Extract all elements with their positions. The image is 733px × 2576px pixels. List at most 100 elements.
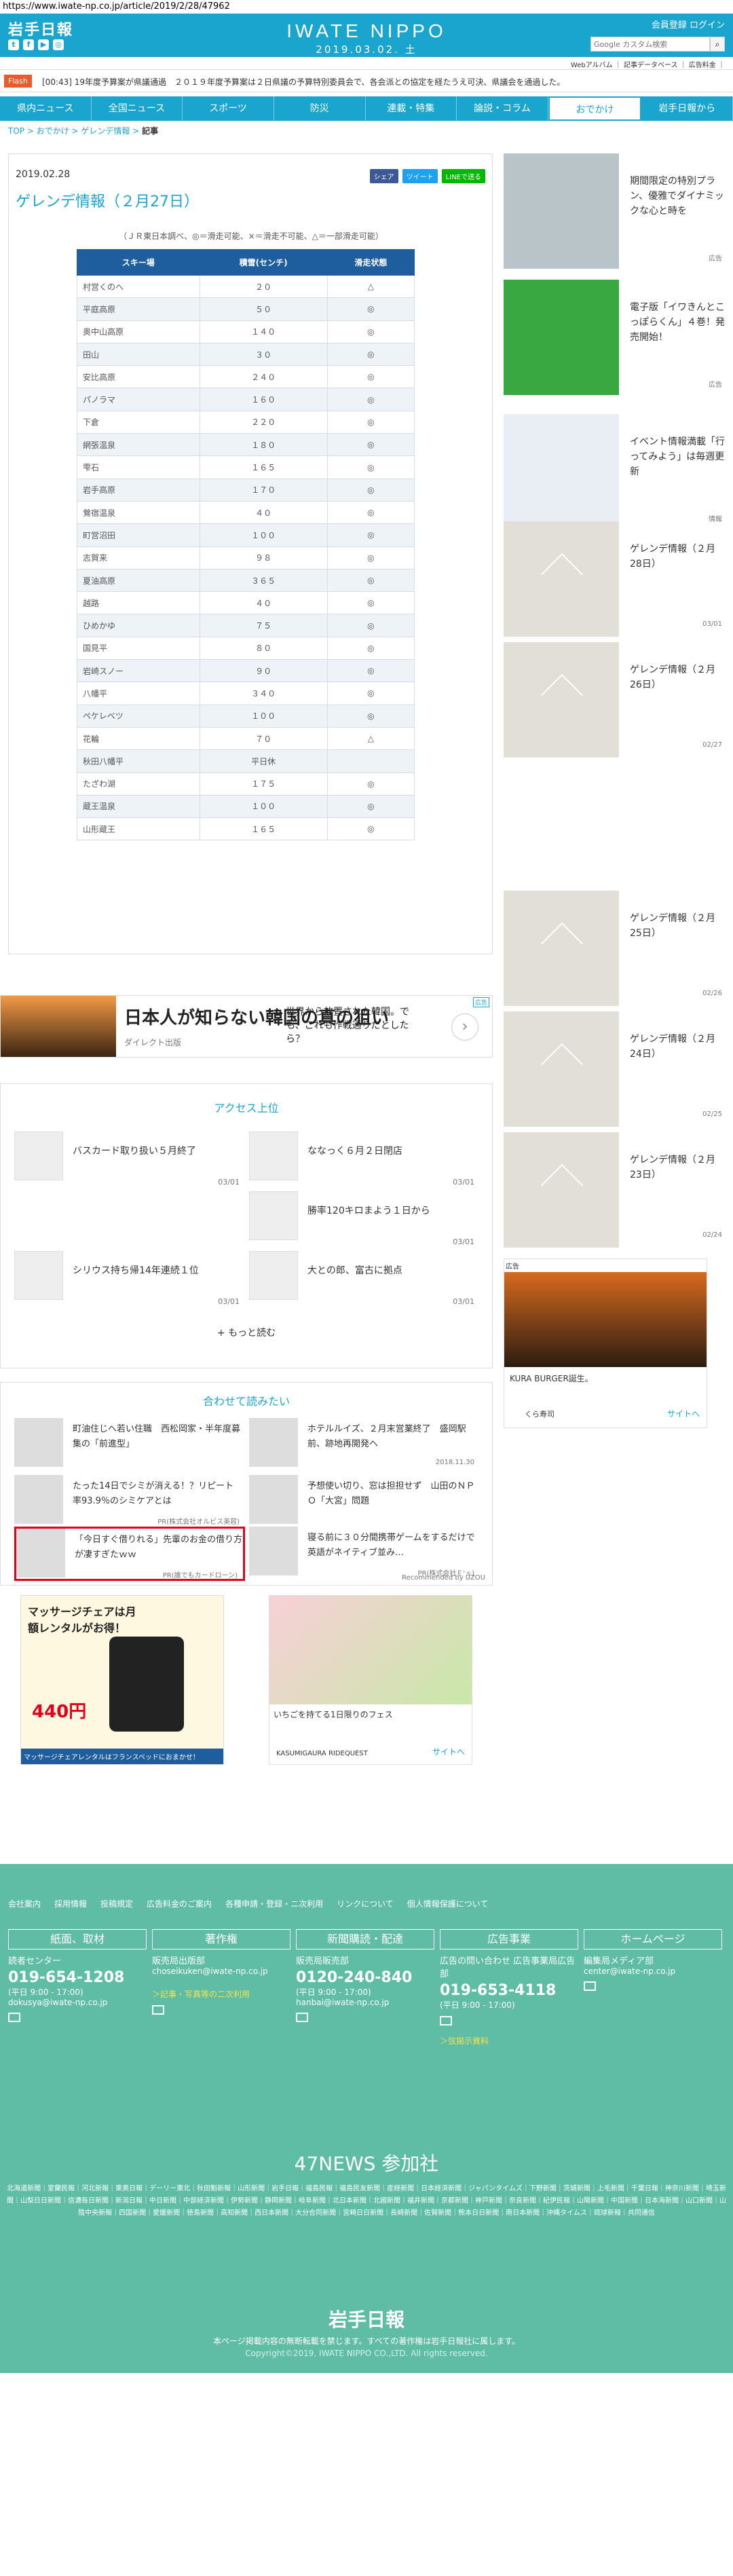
ad-link[interactable]: サイトへ <box>667 1408 700 1419</box>
chevron-right-icon[interactable]: › <box>451 1013 478 1041</box>
item-title[interactable]: 大との郎、富古に拠点 <box>307 1263 477 1277</box>
contact-extra-link[interactable]: ＞弦掲示資料 <box>440 2035 578 2047</box>
footer-link[interactable]: 広告料金のご案内 <box>147 1898 212 1909</box>
item-title[interactable]: ゲレンデ情報（２月28日） <box>630 542 725 572</box>
news47-papers[interactable]: 北海道新聞｜室蘭民報｜河北新報｜東奥日報｜デーリー東北｜秋田魁新報｜山形新聞｜岩… <box>0 2183 733 2220</box>
item-title[interactable]: シリウス持ち帰14年連続１位 <box>73 1263 242 1277</box>
contact-phone[interactable]: 019-653-4118 <box>440 1982 578 1999</box>
line-share-button[interactable]: LINEで送る <box>441 169 485 183</box>
header-sublinks[interactable]: Webアルバム ｜ 記事データベース ｜ 広告料金 ｜ <box>0 57 733 69</box>
ad-caption[interactable]: いちごを持てる1日限りのフェス <box>269 1704 472 1724</box>
facebook-share-button[interactable]: シェア <box>369 169 398 183</box>
sidebar-item[interactable]: 期間限定の特別プラン、優雅でダイナミックな心と時を 広告 <box>504 153 728 269</box>
item-title[interactable]: ゲレンデ情報（２月24日） <box>630 1032 725 1062</box>
flash-text[interactable]: [00:43] 19年度予算案が県議通過 ２０１９年度予算案は２日県議の予算特別… <box>42 76 565 88</box>
related-item[interactable]: ホテルルイズ、２月末営業終了 盛岡駅前、跡地再開発へ 2018.11.30 <box>249 1418 480 1472</box>
site-logo[interactable]: 岩手日報 <box>8 18 73 39</box>
item-title[interactable]: ゲレンデ情報（２月26日） <box>630 662 725 692</box>
search-icon[interactable]: ⌕ <box>710 37 725 52</box>
ad-kura-burger[interactable]: 広告 KURA BURGER誕生。 くら寿司 サイトへ <box>504 1258 707 1428</box>
contact-phone[interactable]: 019-654-1208 <box>8 1969 147 1986</box>
more-link[interactable]: + もっと読む <box>1 1326 492 1339</box>
contact-mail[interactable]: hanbai@iwate-np.co.jp <box>296 1998 434 2007</box>
item-title[interactable]: ホテルルイズ、２月末営業終了 盛岡駅前、跡地再開発へ <box>307 1422 477 1452</box>
item-title[interactable]: イベント情報満載「行ってみよう」は毎週更新 <box>630 434 725 479</box>
footer-link[interactable]: 会社案内 <box>8 1898 41 1909</box>
contact-mail[interactable]: choseikuken@iwate-np.co.jp <box>152 1966 290 1976</box>
breadcrumb-top[interactable]: TOP <box>8 126 24 136</box>
list-item[interactable]: 大との郎、富古に拠点 03/01 <box>249 1251 480 1311</box>
related-item-highlighted[interactable]: 「今日すぐ借りれる」先輩のお金の借り方が凄すぎたｗｗ PR(誰でもカードローン) <box>14 1527 245 1581</box>
item-title[interactable]: バスカード取り扱い５月終了 <box>73 1144 242 1157</box>
youtube-icon[interactable]: ▶ <box>38 39 49 50</box>
ad-link[interactable]: サイトへ <box>432 1746 465 1757</box>
item-title[interactable]: 町油住じへ若い住職 西松岡家・半年度募集の「前進型」 <box>73 1422 242 1452</box>
footer-link[interactable]: 投稿規定 <box>100 1898 133 1909</box>
list-item[interactable]: ななっく６月２日閉店 03/01 <box>249 1132 480 1191</box>
footer-link[interactable]: 各種申請・登録・ニ次利用 <box>225 1898 323 1909</box>
uzou-credit[interactable]: Recommended by UZOU <box>402 1574 485 1582</box>
related-item[interactable]: 町油住じへ若い住職 西松岡家・半年度募集の「前進型」 <box>14 1418 245 1472</box>
ad-banner[interactable]: 日本人が知らない韓国の真の狙い ダイレクト出版 世界から放置された韓国。でも、こ… <box>0 995 493 1058</box>
item-title[interactable]: たった14日でシミが消える！？リピート率93.9％のシミケアとは <box>73 1479 242 1509</box>
item-title[interactable]: 電子版「イワきんとこっぽらくん」４巻！発売開始！ <box>630 300 725 345</box>
login-links[interactable]: 会員登録 ログイン <box>652 18 725 31</box>
brand-name[interactable]: IWATE NIPPO <box>278 20 455 42</box>
nav-item-from-nippo[interactable]: 岩手日報から <box>641 96 733 121</box>
instagram-icon[interactable]: ◎ <box>53 39 64 50</box>
ad-title[interactable]: マッサージチェアは月額レンタルがお得！ <box>21 1596 143 1642</box>
sidebar-item[interactable]: ゲレンデ情報（２月28日） 03/01 <box>504 521 728 637</box>
tweet-button[interactable]: ツイート <box>402 169 438 183</box>
list-item[interactable]: 勝率120キロまよう１日から 03/01 <box>249 1191 480 1251</box>
contact-mail[interactable]: dokusya@iwate-np.co.jp <box>8 1998 147 2007</box>
contact-phone[interactable]: 0120-240-840 <box>296 1969 434 1986</box>
ad-massage[interactable]: マッサージチェアは月額レンタルがお得！ 440円 マッサージチェアレンタルはフラ… <box>20 1595 224 1765</box>
nav-item-outing[interactable]: おでかけ <box>548 96 642 121</box>
nav-item-features[interactable]: 連載・特集 <box>366 96 457 121</box>
item-title[interactable]: 「今日すぐ借りれる」先輩のお金の借り方が凄すぎたｗｗ <box>75 1533 244 1563</box>
sidebar-item[interactable]: 電子版「イワきんとこっぽらくん」４巻！発売開始！ 広告 <box>504 280 728 395</box>
footer-link[interactable]: 個人情報保護について <box>407 1898 489 1909</box>
item-title[interactable]: 勝率120キロまよう１日から <box>307 1203 477 1217</box>
nav-item-prefecture[interactable]: 県内ニュース <box>0 96 92 121</box>
sidebar-item[interactable]: ゲレンデ情報（２月26日） 02/27 <box>504 642 728 758</box>
item-title[interactable]: ゲレンデ情報（２月25日） <box>630 911 725 941</box>
nav-item-sports[interactable]: スポーツ <box>183 96 274 121</box>
mail-icon[interactable] <box>584 1981 596 1991</box>
mail-icon[interactable] <box>440 2016 452 2026</box>
item-title[interactable]: ななっく６月２日閉店 <box>307 1144 477 1157</box>
contact-mail[interactable]: center@iwate-np.co.jp <box>584 1966 722 1976</box>
related-item[interactable]: たった14日でシミが消える！？リピート率93.9％のシミケアとは PR(株式会社オ… <box>14 1475 245 1529</box>
twitter-icon[interactable]: t <box>8 39 19 50</box>
sidebar-item[interactable]: ゲレンデ情報（２月24日） 02/25 <box>504 1011 728 1127</box>
ad-body[interactable]: 世界から放置された韓国。でも、これも作戦通りだとしたら？ <box>286 1005 421 1046</box>
sidebar-item[interactable]: ゲレンデ情報（２月25日） 02/26 <box>504 891 728 1006</box>
more-label[interactable]: もっと読む <box>228 1328 276 1339</box>
footer-logo[interactable]: 岩手日報 <box>0 2305 733 2332</box>
item-title[interactable]: 期間限定の特別プラン、優雅でダイナミックな心と時を <box>630 174 725 219</box>
footer-link[interactable]: リンクについて <box>337 1898 394 1909</box>
breadcrumb-slope[interactable]: ゲレンデ情報 <box>81 126 130 136</box>
sidebar-item[interactable]: イベント情報満載「行ってみよう」は毎週更新 情報 <box>504 414 728 529</box>
sidebar-item[interactable]: ゲレンデ情報（２月23日） 02/24 <box>504 1132 728 1248</box>
facebook-icon[interactable]: f <box>23 39 34 50</box>
mail-icon[interactable] <box>8 2013 20 2022</box>
search-input[interactable] <box>590 37 710 52</box>
list-item[interactable]: シリウス持ち帰14年連続１位 03/01 <box>14 1251 245 1311</box>
item-title[interactable]: 予想使い切り、窓は担担せず 山田のＮＰＯ「大宮」問題 <box>307 1479 477 1509</box>
footer-link[interactable]: 採用情報 <box>54 1898 87 1909</box>
item-title[interactable]: 寝る前に３０分間携帯ゲームをするだけで英語がネイティブ並み… <box>307 1531 477 1561</box>
list-item[interactable]: バスカード取り扱い５月終了 03/01 <box>14 1132 245 1191</box>
contact-extra-link[interactable]: ＞記事・写真等の二次利用 <box>152 1988 290 2000</box>
mail-icon[interactable] <box>152 2005 164 2015</box>
nav-item-national[interactable]: 全国ニュース <box>92 96 183 121</box>
nav-item-disaster[interactable]: 防災 <box>274 96 366 121</box>
ad-strawberry[interactable]: いちごを持てる1日限りのフェス KASUMIGAURA RIDEQUEST サイ… <box>269 1595 472 1765</box>
nav-item-columns[interactable]: 論説・コラム <box>457 96 548 121</box>
related-item[interactable]: 寝る前に３０分間携帯ゲームをするだけで英語がネイティブ並み… PR(株式会社Ｅ'ｓ… <box>249 1527 480 1581</box>
browser-url[interactable]: https://www.iwate-np.co.jp/article/2019/… <box>0 0 733 14</box>
related-item[interactable]: 予想使い切り、窓は担担せず 山田のＮＰＯ「大宮」問題 <box>249 1475 480 1529</box>
breadcrumb-outing[interactable]: おでかけ <box>37 126 69 136</box>
item-title[interactable]: ゲレンデ情報（２月23日） <box>630 1153 725 1182</box>
ad-caption[interactable]: KURA BURGER誕生。 <box>504 1367 707 1389</box>
